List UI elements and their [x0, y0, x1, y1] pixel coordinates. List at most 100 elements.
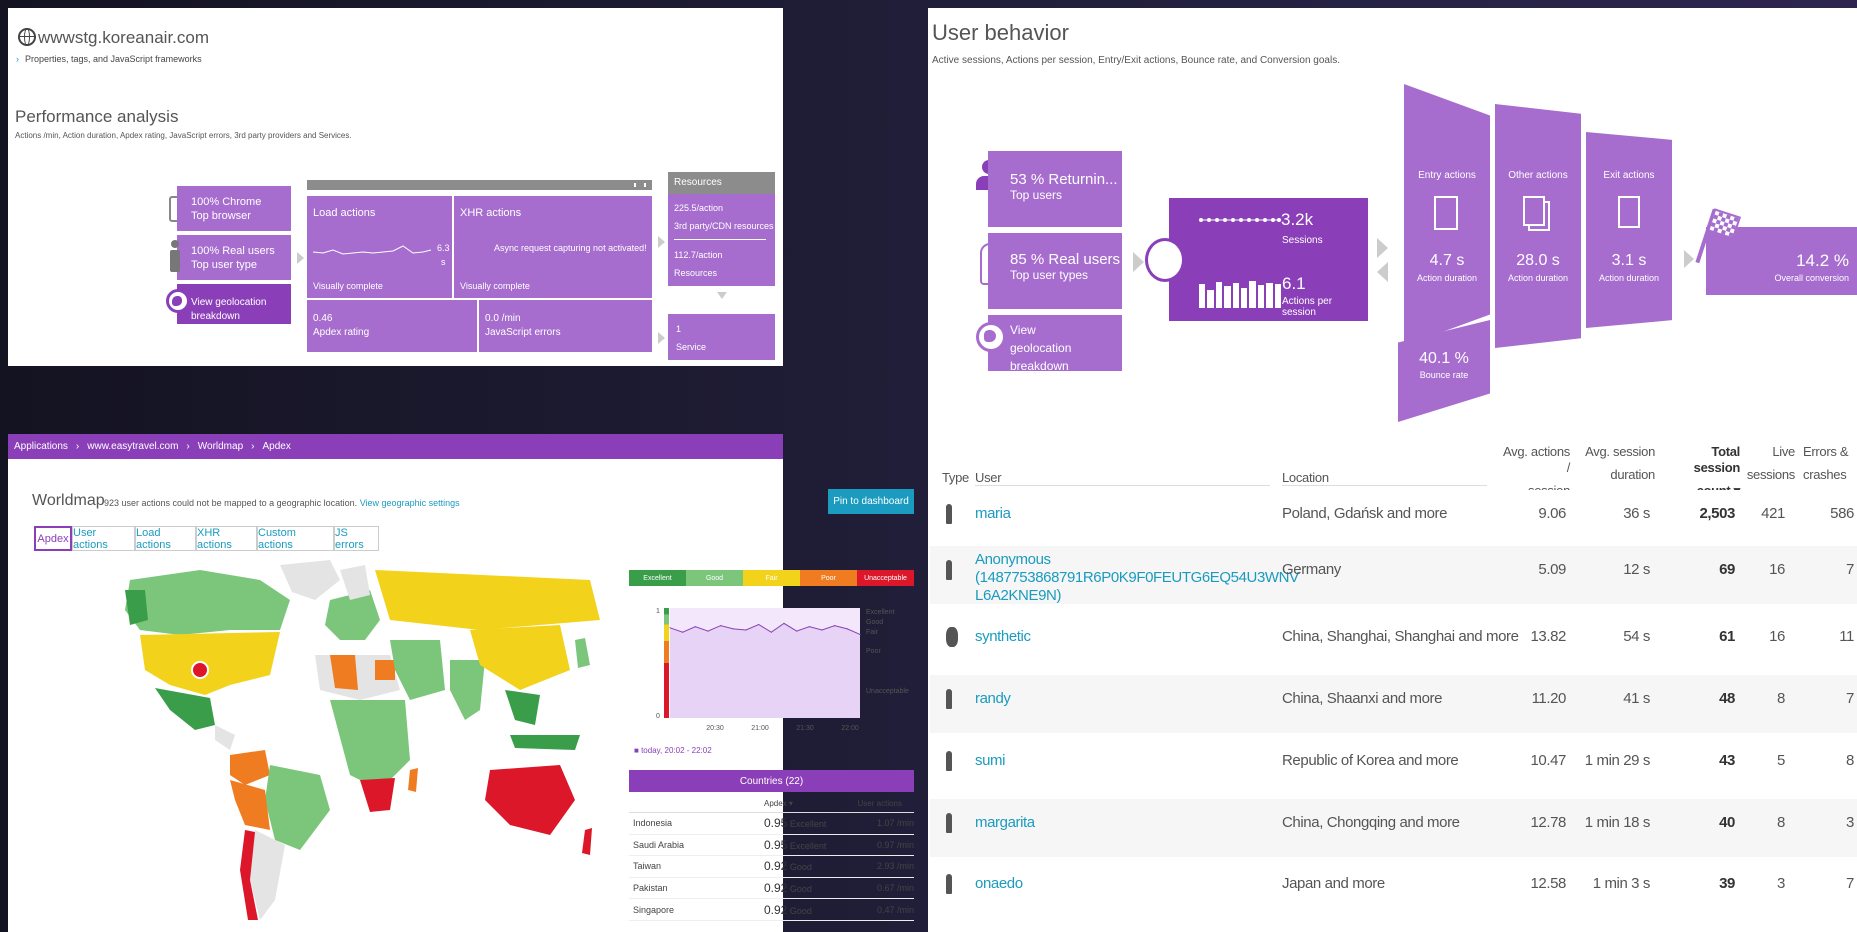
- map-madagascar[interactable]: [408, 768, 418, 792]
- user-link[interactable]: Anonymous (1487753868791R6P0K9F0FEUTG6EQ…: [975, 551, 1299, 605]
- real-users-tile[interactable]: 85 % Real users Top user types: [988, 233, 1122, 309]
- x-tick-label: 21:30: [796, 725, 814, 732]
- apdex-tile[interactable]: 0.46 Apdex rating: [307, 300, 477, 352]
- browser-bar: [307, 180, 652, 190]
- tab-custom-actions[interactable]: Custom actions: [257, 526, 334, 551]
- country-row[interactable]: Indonesia 0.95 Excellent 1.07 /min: [629, 813, 914, 835]
- xhr-actions-tile[interactable]: XHR actions Async request capturing not …: [454, 196, 652, 298]
- chart-point: [669, 627, 671, 629]
- breadcrumb-worldmap[interactable]: Worldmap: [190, 441, 251, 452]
- js-errors-tile[interactable]: 0.0 /min JavaScript errors: [479, 300, 652, 352]
- apdex-zone-band: [664, 641, 669, 663]
- other-actions-tile[interactable]: Other actions 28.0 s Action duration: [1495, 104, 1581, 348]
- map-australia[interactable]: [485, 765, 575, 835]
- user-link[interactable]: randy: [975, 690, 1275, 708]
- user-link[interactable]: margarita: [975, 814, 1275, 832]
- map-middle-east[interactable]: [390, 640, 445, 700]
- tab-user-actions[interactable]: User actions: [72, 526, 135, 551]
- resources-tile[interactable]: 225.5/action 3rd party/CDN resources 112…: [668, 194, 775, 286]
- live-sessions: 421: [1761, 505, 1785, 522]
- map-china[interactable]: [470, 625, 570, 690]
- country-row[interactable]: Singapore 0.92 Good 0.47 /min: [629, 899, 914, 921]
- map-marker-icon[interactable]: [191, 661, 209, 679]
- breadcrumb-apdex[interactable]: Apdex: [254, 441, 298, 452]
- user-location: Poland, Gdańsk and more: [1282, 505, 1448, 522]
- properties-link[interactable]: › Properties, tags, and JavaScript framew…: [16, 54, 202, 64]
- map-russia[interactable]: [375, 570, 600, 630]
- user-link[interactable]: synthetic: [975, 628, 1275, 646]
- map-south-africa[interactable]: [360, 778, 395, 812]
- tab-js-errors[interactable]: JS errors: [334, 526, 379, 551]
- map-alaska[interactable]: [125, 590, 148, 625]
- user-location: China, Shanghai, Shanghai and more: [1282, 628, 1519, 645]
- top-browser-tile[interactable]: 100% Chrome Top browser: [177, 186, 291, 231]
- country-apdex: 0.92 Good: [764, 902, 812, 917]
- geo-settings-link[interactable]: View geographic settings: [360, 498, 460, 508]
- user-link[interactable]: maria: [975, 505, 1275, 523]
- chart-point: [808, 626, 810, 628]
- user-link[interactable]: sumi: [975, 752, 1275, 770]
- geolocation-tile[interactable]: View geolocation breakdown: [177, 284, 291, 324]
- dashboard-collage: { "site": { "domain": "wwwstg.koreanair.…: [0, 0, 1857, 932]
- chevron-right-icon: ›: [16, 54, 19, 64]
- col-type: Type: [942, 470, 969, 485]
- country-row[interactable]: Pakistan 0.92 Good 0.67 /min: [629, 878, 914, 900]
- map-central-africa[interactable]: [330, 700, 410, 790]
- load-actions-tile[interactable]: Load actions 6.3 s Visually complete: [307, 196, 452, 298]
- map-colombia[interactable]: [230, 750, 270, 785]
- worldmap-note: 923 user actions could not be mapped to …: [104, 498, 460, 508]
- col-avg-duration[interactable]: Avg. session duration: [1585, 444, 1655, 483]
- behavior-geo-tile[interactable]: View geolocation breakdown: [988, 315, 1122, 373]
- map-canada[interactable]: [125, 570, 290, 635]
- total-sessions: 48: [1719, 690, 1735, 707]
- tab-xhr-actions[interactable]: XHR actions: [196, 526, 257, 551]
- person-icon: [946, 813, 952, 833]
- map-usa[interactable]: [140, 632, 280, 695]
- col-errors[interactable]: Errors & crashes: [1803, 444, 1857, 483]
- tab-load-actions[interactable]: Load actions: [135, 526, 196, 551]
- live-sessions: 5: [1777, 752, 1785, 769]
- map-india[interactable]: [450, 660, 485, 720]
- arrow-icon: [297, 252, 304, 264]
- chart-point: [732, 628, 734, 630]
- map-brazil[interactable]: [265, 765, 330, 850]
- returning-users-tile[interactable]: 53 % Returnin... Top users: [988, 151, 1122, 227]
- map-central-am[interactable]: [215, 725, 235, 750]
- apdex-chart: 1 0 Excellent Good Fair Poor Unacceptable 20:30…: [656, 608, 909, 732]
- avg-actions: 10.47: [1530, 752, 1566, 769]
- exit-actions-tile[interactable]: Exit actions 3.1 s Action duration: [1586, 132, 1672, 328]
- map-greenland[interactable]: [280, 560, 340, 600]
- avg-actions: 11.20: [1531, 690, 1567, 707]
- map-se-asia[interactable]: [505, 690, 540, 725]
- world-map[interactable]: [30, 560, 610, 930]
- map-indonesia[interactable]: [510, 735, 580, 750]
- map-japan[interactable]: [575, 638, 590, 668]
- zone-label: Fair: [866, 629, 879, 636]
- top-user-type-tile[interactable]: 100% Real users Top user type: [177, 235, 291, 280]
- service-tile[interactable]: 1 Service: [668, 314, 775, 360]
- performance-panel: wwwstg.koreanair.com › Properties, tags, …: [8, 8, 783, 366]
- col-apdex[interactable]: Apdex ▾: [764, 799, 844, 808]
- arrow-back-icon: [1377, 262, 1388, 282]
- pin-to-dashboard-button[interactable]: Pin to dashboard: [828, 489, 914, 514]
- divider: [674, 239, 766, 240]
- col-location[interactable]: Location: [1282, 470, 1329, 486]
- breadcrumb-app[interactable]: www.easytravel.com: [79, 441, 186, 452]
- user-link[interactable]: onaedo: [975, 875, 1275, 893]
- zone-label: Excellent: [866, 609, 894, 616]
- country-row[interactable]: Saudi Arabia 0.95 Excellent 0.97 /min: [629, 835, 914, 857]
- col-live-sessions[interactable]: Live sessions: [1745, 444, 1795, 483]
- map-scandinavia[interactable]: [340, 565, 370, 600]
- country-row[interactable]: Taiwan 0.92 Good 2.93 /min: [629, 856, 914, 878]
- col-user-actions[interactable]: User actions: [844, 799, 914, 808]
- breadcrumb-applications[interactable]: Applications: [8, 441, 76, 452]
- map-new-zealand[interactable]: [582, 828, 592, 855]
- robot-icon: [946, 627, 958, 647]
- tab-apdex[interactable]: Apdex: [34, 526, 72, 551]
- map-peru[interactable]: [230, 780, 270, 830]
- sessions-tile[interactable]: 3.2k Sessions 6.1 Actions per session: [1169, 198, 1368, 321]
- chart-point: [834, 625, 836, 627]
- entry-actions-tile[interactable]: Entry actions 4.7 s Action duration: [1404, 84, 1490, 346]
- map-egypt[interactable]: [375, 660, 395, 680]
- col-user[interactable]: User: [975, 470, 1002, 486]
